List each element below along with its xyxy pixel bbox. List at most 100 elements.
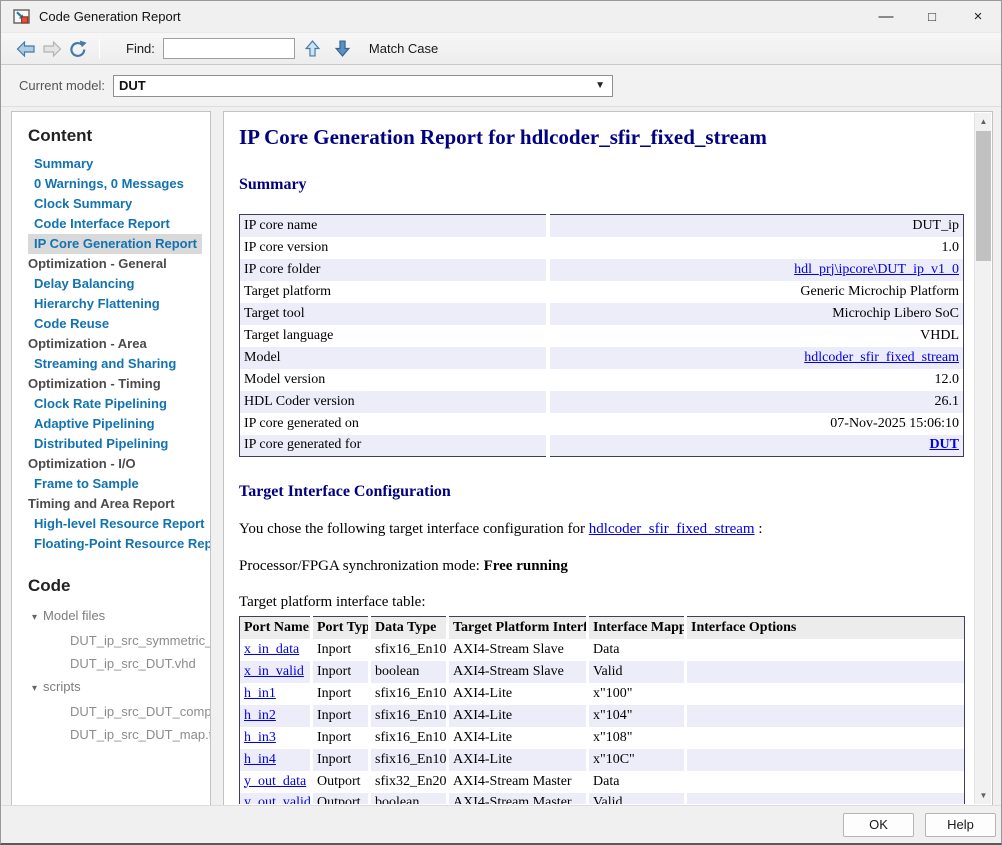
maximize-button[interactable]: □ (909, 1, 955, 32)
sidebar-item[interactable]: Distributed Pipelining (28, 434, 202, 454)
summary-label: IP core folder (240, 259, 548, 281)
find-next-button[interactable] (331, 37, 355, 61)
summary-value: Generic Microchip Platform (548, 281, 964, 303)
interface-cell: AXI4-Lite (448, 683, 588, 705)
sidebar-item[interactable]: Code Interface Report (28, 214, 202, 234)
sidebar-item[interactable]: 0 Warnings, 0 Messages (28, 174, 202, 194)
interface-row: x_in_dataInportsfix16_En10AXI4-Stream Sl… (240, 639, 965, 661)
port-name-link[interactable]: x_in_valid (244, 664, 304, 679)
code-file-item[interactable]: DUT_ip_src_DUT_map.txt (28, 723, 202, 746)
dropdown-arrow-icon: ▼ (595, 80, 605, 91)
summary-value-link[interactable]: hdl_prj\ipcore\DUT_ip_v1_0 (794, 262, 959, 277)
interface-cell: x"10C" (588, 749, 686, 771)
interface-cell (686, 705, 965, 727)
tree-group-toggle[interactable]: ▾scripts (28, 675, 202, 700)
port-name-link[interactable]: y_out_valid (244, 795, 311, 804)
report-panel: IP Core Generation Report for hdlcoder_s… (223, 111, 993, 806)
interface-cell: AXI4-Stream Master (448, 771, 588, 793)
summary-heading: Summary (239, 176, 974, 194)
scroll-up-button[interactable]: ▲ (975, 113, 992, 130)
interface-cell: AXI4-Lite (448, 727, 588, 749)
sidebar-item[interactable]: IP Core Generation Report (28, 234, 202, 254)
scrollbar-thumb[interactable] (976, 131, 991, 261)
scroll-down-button[interactable]: ▼ (975, 787, 992, 804)
sidebar-item[interactable]: Adaptive Pipelining (28, 414, 202, 434)
model-link[interactable]: hdlcoder_sfir_fixed_stream (589, 521, 755, 537)
summary-value: Microchip Libero SoC (548, 303, 964, 325)
report-content: IP Core Generation Report for hdlcoder_s… (225, 113, 974, 804)
sync-mode-text: Processor/FPGA synchronization mode: Fre… (239, 558, 974, 575)
port-name-link[interactable]: h_in2 (244, 708, 276, 723)
report-title: IP Core Generation Report for hdlcoder_s… (239, 125, 974, 150)
help-button[interactable]: Help (925, 813, 996, 837)
sidebar-item[interactable]: Streaming and Sharing (28, 354, 202, 374)
interface-cell (686, 793, 965, 805)
refresh-icon (68, 40, 88, 58)
port-name-link[interactable]: x_in_data (244, 642, 299, 657)
port-name-link[interactable]: h_in3 (244, 730, 276, 745)
find-input[interactable] (163, 38, 295, 59)
interface-intro-text: You chose the following target interface… (239, 521, 974, 538)
interface-cell: Valid (588, 661, 686, 683)
match-case-toggle[interactable]: Match Case (369, 41, 438, 56)
code-file-item[interactable]: DUT_ip_src_symmetric_fir.vhd (28, 629, 202, 652)
vertical-scrollbar[interactable]: ▲ ▼ (974, 113, 991, 804)
sidebar-item[interactable]: Floating-Point Resource Report (28, 534, 202, 554)
current-model-select[interactable]: DUT ▼ (113, 75, 613, 97)
ok-button[interactable]: OK (843, 813, 914, 837)
port-name-link[interactable]: h_in1 (244, 686, 276, 701)
port-name-link[interactable]: y_out_data (244, 774, 306, 789)
find-previous-button[interactable] (301, 37, 325, 61)
sidebar-panel: Content Summary0 Warnings, 0 MessagesClo… (11, 111, 211, 806)
summary-label: IP core generated on (240, 413, 548, 435)
sidebar-item[interactable]: Summary (28, 154, 202, 174)
minimize-button[interactable]: — (863, 1, 909, 32)
tree-group-toggle[interactable]: ▾Model files (28, 604, 202, 629)
interface-column-header: Interface Mapping (588, 617, 686, 639)
interface-cell: boolean (370, 793, 448, 805)
window-title: Code Generation Report (39, 9, 181, 24)
collapse-arrow-icon: ▾ (32, 612, 37, 623)
port-name-cell: h_in1 (240, 683, 312, 705)
sidebar-item[interactable]: Hierarchy Flattening (28, 294, 202, 314)
sidebar-item[interactable]: Clock Rate Pipelining (28, 394, 202, 414)
interface-row: y_out_dataOutportsfix32_En20AXI4-Stream … (240, 771, 965, 793)
sidebar-item[interactable]: High-level Resource Report (28, 514, 202, 534)
forward-button[interactable] (39, 37, 65, 61)
toolbar-separator (99, 39, 100, 59)
port-name-cell: x_in_valid (240, 661, 312, 683)
interface-cell: Inport (312, 705, 370, 727)
interface-cell: sfix16_En10 (370, 749, 448, 771)
port-name-cell: y_out_valid (240, 793, 312, 805)
report-window-icon (13, 9, 31, 25)
refresh-button[interactable] (65, 37, 91, 61)
back-button[interactable] (13, 37, 39, 61)
summary-value: VHDL (548, 325, 964, 347)
summary-value-link[interactable]: DUT (929, 437, 959, 452)
code-file-item[interactable]: DUT_ip_src_DUT_compile.do (28, 700, 202, 723)
summary-label: IP core generated for (240, 435, 548, 457)
sidebar-item[interactable]: Frame to Sample (28, 474, 202, 494)
interface-row: h_in2Inportsfix16_En10AXI4-Litex"104" (240, 705, 965, 727)
code-file-item[interactable]: DUT_ip_src_DUT.vhd (28, 652, 202, 675)
interface-cell: AXI4-Lite (448, 705, 588, 727)
interface-cell (686, 749, 965, 771)
interface-row: x_in_validInportbooleanAXI4-Stream Slave… (240, 661, 965, 683)
collapse-arrow-icon: ▾ (32, 683, 37, 694)
summary-row: Target languageVHDL (240, 325, 964, 347)
summary-row: IP core generated for DUT (240, 435, 964, 457)
sync-mode-value: Free running (484, 558, 568, 574)
sidebar-item[interactable]: Delay Balancing (28, 274, 202, 294)
summary-row: IP core generated on07-Nov-2025 15:06:10 (240, 413, 964, 435)
summary-value-link[interactable]: hdlcoder_sfir_fixed_stream (804, 350, 959, 365)
sidebar-item[interactable]: Clock Summary (28, 194, 202, 214)
summary-row: Modelhdlcoder_sfir_fixed_stream (240, 347, 964, 369)
summary-row: IP core version1.0 (240, 237, 964, 259)
find-toolbar: Find: Match Case (1, 33, 1001, 65)
interface-cell: AXI4-Stream Slave (448, 639, 588, 661)
interface-cell: AXI4-Stream Master (448, 793, 588, 805)
port-name-link[interactable]: h_in4 (244, 752, 276, 767)
sidebar-item[interactable]: Code Reuse (28, 314, 202, 334)
close-button[interactable]: × (955, 1, 1001, 32)
summary-row: Target toolMicrochip Libero SoC (240, 303, 964, 325)
